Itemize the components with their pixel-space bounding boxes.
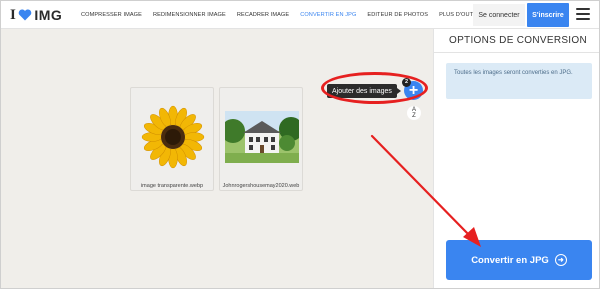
convert-to-jpg-button[interactable]: Convertir en JPG ➜: [446, 240, 592, 280]
convert-button-label: Convertir en JPG: [471, 254, 549, 266]
conversion-options-panel: OPTIONS DE CONVERSION Toutes les images …: [433, 29, 599, 288]
hamburger-menu-icon[interactable]: [576, 8, 590, 20]
arrow-right-circle-icon: ➜: [554, 254, 567, 266]
logo-text: IMG: [34, 7, 63, 23]
house-image: [225, 98, 299, 176]
file-name: Johnrogershousemay2020.web: [222, 183, 300, 189]
sort-az-icon[interactable]: A Z: [407, 106, 421, 120]
annotation-highlight-oval: [321, 72, 428, 104]
panel-title: OPTIONS DE CONVERSION: [449, 35, 587, 46]
info-message: Toutes les images seront converties en J…: [446, 63, 592, 99]
divider: [434, 52, 599, 53]
sort-label-z: Z: [412, 113, 416, 119]
login-button[interactable]: Se connecter: [473, 4, 525, 26]
logo-letter-i: I: [10, 6, 17, 23]
heart-icon: [19, 9, 32, 21]
ilovimg-logo[interactable]: I IMG: [10, 6, 63, 24]
signup-button[interactable]: S'inscrire: [527, 3, 569, 27]
nav-convert-to-jpg[interactable]: CONVERTIR EN JPG: [300, 12, 356, 18]
file-card[interactable]: image transparente.webp: [130, 87, 214, 191]
top-header: I IMG COMPRESSER IMAGE REDIMENSIONNER IM…: [1, 1, 599, 29]
nav-photo-editor[interactable]: EDITEUR DE PHOTOS: [367, 12, 428, 18]
sunflower-image: [136, 98, 210, 176]
file-card[interactable]: Johnrogershousemay2020.web: [219, 87, 303, 191]
nav-compress-image[interactable]: COMPRESSER IMAGE: [81, 12, 142, 18]
app-window: I IMG COMPRESSER IMAGE REDIMENSIONNER IM…: [0, 0, 600, 289]
main-nav: COMPRESSER IMAGE REDIMENSIONNER IMAGE RE…: [81, 1, 497, 29]
nav-crop-image[interactable]: RECADRER IMAGE: [237, 12, 289, 18]
file-name: image transparente.webp: [140, 183, 204, 189]
file-workspace: image transparente.webp Johnrogershousem…: [1, 29, 433, 288]
nav-resize-image[interactable]: REDIMENSIONNER IMAGE: [153, 12, 226, 18]
